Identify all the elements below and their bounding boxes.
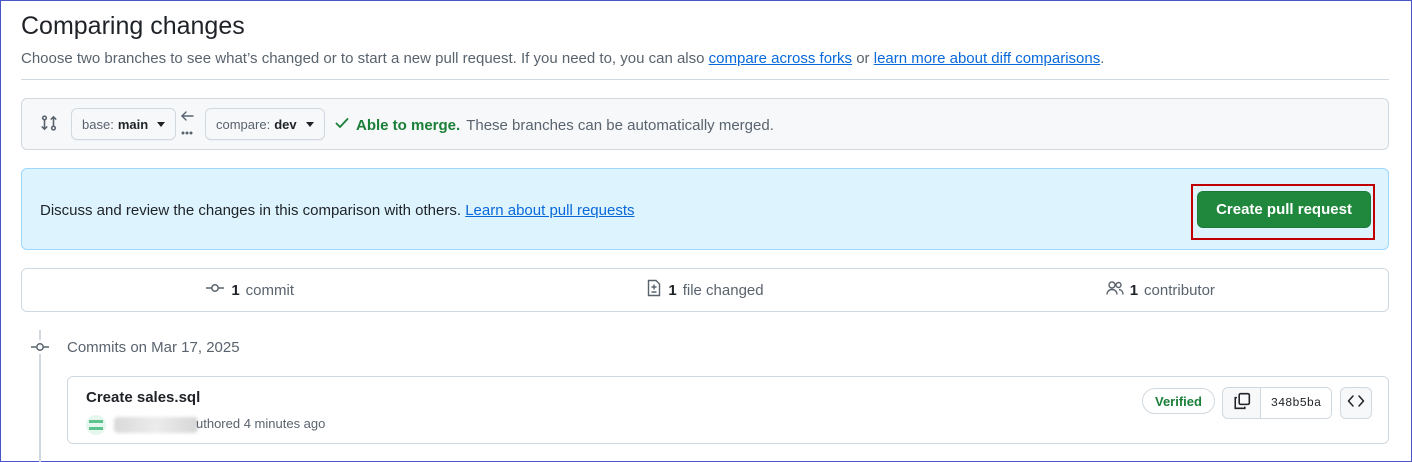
compare-branch-select[interactable]: compare: dev — [205, 108, 325, 140]
compare-across-forks-link[interactable]: compare across forks — [709, 50, 852, 67]
verified-badge[interactable]: Verified — [1142, 388, 1215, 414]
merge-status: Able to merge. These branches can be aut… — [334, 115, 774, 135]
learn-diff-comparisons-link[interactable]: learn more about diff comparisons — [874, 50, 1101, 67]
file-label: file changed — [682, 281, 764, 299]
chevron-down-icon — [305, 121, 314, 127]
contributor-label: contributor — [1144, 281, 1215, 299]
base-branch-value: main — [117, 116, 149, 132]
browse-repo-button[interactable] — [1340, 387, 1372, 419]
commit-sha-group: 348b5ba — [1222, 387, 1332, 419]
base-branch-select[interactable]: base: main — [71, 108, 177, 140]
learn-pull-requests-link[interactable]: Learn about pull requests — [465, 202, 634, 219]
subtitle-or: or — [852, 50, 874, 67]
subtitle-suffix: . — [1100, 50, 1105, 67]
banner-text: Discuss and review the changes in this c… — [40, 202, 635, 219]
base-branch-label: base: — [82, 116, 114, 132]
commit-title-link[interactable]: Create sales.sql — [86, 389, 200, 406]
avatar[interactable] — [86, 415, 106, 435]
page-subtitle: Choose two branches to see what’s change… — [21, 50, 1104, 67]
merge-status-message: These branches can be automatically merg… — [466, 116, 774, 134]
summary-files[interactable]: 1 file changed — [477, 269, 932, 311]
arrow-left-icon — [179, 109, 195, 137]
compare-branch-value: dev — [274, 116, 297, 132]
code-icon — [1347, 394, 1365, 413]
check-icon — [334, 115, 350, 135]
banner-message: Discuss and review the changes in this c… — [40, 202, 466, 219]
chevron-down-icon — [157, 121, 166, 127]
git-commit-icon — [205, 281, 225, 299]
copy-sha-button[interactable] — [1223, 388, 1261, 418]
commit-authored-time: uthored 4 minutes ago — [196, 416, 326, 431]
summary-commits[interactable]: 1 commit — [22, 269, 477, 311]
merge-status-label: Able to merge. — [356, 116, 461, 134]
commit-sha-link[interactable]: 348b5ba — [1261, 388, 1331, 418]
git-compare-icon — [40, 113, 58, 133]
pull-request-banner: Discuss and review the changes in this c… — [21, 168, 1389, 250]
header-divider — [21, 79, 1389, 80]
comparison-summary: 1 commit 1 file changed 1 contributor — [21, 268, 1389, 312]
summary-contributors[interactable]: 1 contributor — [933, 269, 1388, 311]
file-diff-icon — [646, 279, 662, 301]
commit-list-item: Create sales.sql uthored 4 minutes ago V… — [67, 376, 1389, 444]
page-title: Comparing changes — [21, 12, 245, 40]
copy-icon — [1233, 392, 1251, 415]
commit-count: 1 — [231, 281, 240, 299]
git-commit-icon — [31, 340, 49, 354]
commits-date-heading: Commits on Mar 17, 2025 — [67, 339, 240, 356]
range-editor: base: main compare: dev Able to merge. T… — [21, 98, 1389, 150]
file-count: 1 — [668, 281, 677, 299]
subtitle-prefix: Choose two branches to see what’s change… — [21, 50, 709, 67]
create-pull-request-button[interactable]: Create pull request — [1197, 191, 1371, 228]
people-icon — [1106, 280, 1124, 300]
contributor-count: 1 — [1129, 281, 1139, 299]
author-name-redacted — [114, 417, 198, 433]
compare-branch-label: compare: — [216, 116, 271, 132]
commit-label: commit — [245, 281, 294, 299]
